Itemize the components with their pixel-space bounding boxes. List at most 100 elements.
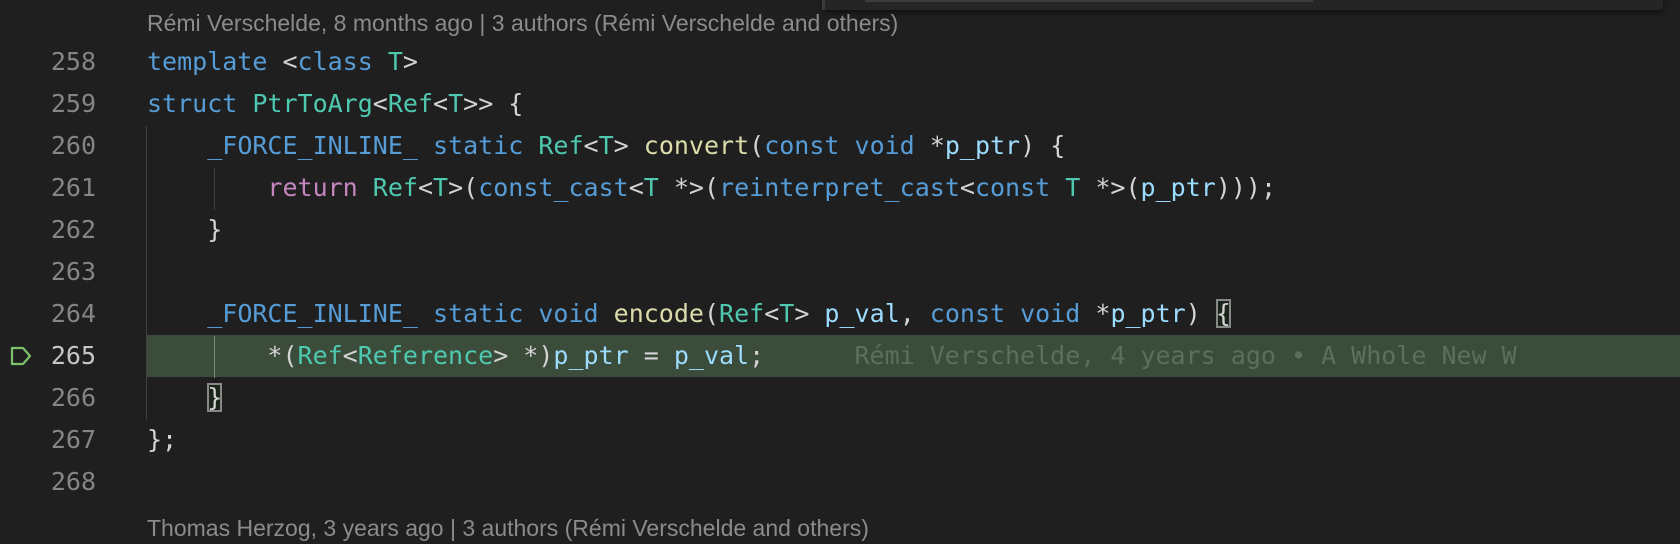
codelens-blame-bottom[interactable]: Thomas Herzog, 3 years ago | 3 authors (… xyxy=(147,513,869,543)
code-token: const xyxy=(929,299,1006,328)
code-text: template <class T> xyxy=(147,41,418,83)
code-text: } xyxy=(147,377,223,419)
matching-bracket: { xyxy=(1215,299,1231,328)
code-line[interactable]: 259 struct PtrToArg<Ref<T>> { xyxy=(0,83,1680,125)
code-line[interactable]: 265 *(Ref<Reference> *)p_ptr = p_val; Ré… xyxy=(0,335,1680,377)
code-text: *(Ref<Reference> *)p_ptr = p_val; Rémi V… xyxy=(147,335,1516,377)
code-token: const xyxy=(974,173,1051,202)
line-number[interactable]: 262 xyxy=(0,209,96,251)
code-line[interactable]: 268 xyxy=(0,461,1680,503)
code-token: T xyxy=(387,47,403,76)
code-token: < xyxy=(583,131,599,160)
code-token: p_ptr xyxy=(553,341,629,370)
line-number[interactable]: 265 xyxy=(0,335,96,377)
code-token: static xyxy=(433,131,524,160)
code-token: < xyxy=(267,47,298,76)
code-token: T xyxy=(1065,173,1081,202)
code-token: struct xyxy=(147,89,238,118)
code-token: < xyxy=(959,173,975,202)
code-token: Ref xyxy=(387,89,434,118)
code-token: T xyxy=(598,131,614,160)
code-token: > xyxy=(794,299,825,328)
code-line[interactable]: 266 } xyxy=(0,377,1680,419)
code-token: Ref xyxy=(719,299,765,328)
code-token: < xyxy=(372,89,388,118)
code-token: Ref xyxy=(372,173,418,202)
line-number[interactable]: 261 xyxy=(0,167,96,209)
code-token: ( xyxy=(703,299,720,328)
code-token: const xyxy=(764,131,840,160)
overlay-input-bar[interactable] xyxy=(865,0,1313,2)
code-text: _FORCE_INLINE_ static void encode(Ref<T>… xyxy=(147,293,1231,335)
code-token: p_ptr xyxy=(1140,173,1216,202)
code-line[interactable]: 263 xyxy=(0,251,1680,293)
code-token: ; xyxy=(749,341,765,370)
code-token: return xyxy=(267,173,358,202)
line-number[interactable]: 259 xyxy=(0,83,96,125)
code-token: T xyxy=(779,299,795,328)
code-token: *>( xyxy=(658,173,720,202)
code-token: < xyxy=(417,173,434,202)
code-token: ( xyxy=(749,131,765,160)
code-token: < xyxy=(628,173,644,202)
code-line[interactable]: 264 _FORCE_INLINE_ static void encode(Re… xyxy=(0,293,1680,335)
code-token: Ref xyxy=(297,341,343,370)
line-number[interactable]: 268 xyxy=(0,461,96,503)
code-text: _FORCE_INLINE_ static Ref<T> convert(con… xyxy=(147,125,1065,167)
code-text: struct PtrToArg<Ref<T>> { xyxy=(147,83,523,125)
code-token: p_ptr xyxy=(1110,299,1186,328)
code-text: }; xyxy=(147,419,177,461)
line-number[interactable]: 260 xyxy=(0,125,96,167)
code-token: p_ptr xyxy=(944,131,1021,160)
line-number[interactable]: 267 xyxy=(0,419,96,461)
code-token: = xyxy=(628,341,674,370)
code-token: >( xyxy=(448,173,479,202)
code-token: reinterpret_cast xyxy=(719,173,960,202)
line-number[interactable]: 263 xyxy=(0,251,96,293)
code-token: * xyxy=(914,131,945,160)
line-number[interactable]: 266 xyxy=(0,377,96,419)
code-token: PtrToArg xyxy=(252,89,373,118)
code-token: , xyxy=(899,299,930,328)
code-token: ))); xyxy=(1215,173,1277,202)
code-token: convert xyxy=(643,131,750,160)
matching-bracket: } xyxy=(207,383,223,412)
code-token: < xyxy=(764,299,780,328)
code-token: class xyxy=(297,47,373,76)
codelens-blame-top[interactable]: Rémi Verschelde, 8 months ago | 3 author… xyxy=(147,8,898,38)
code-token: ) xyxy=(1185,299,1216,328)
code-token: const_cast xyxy=(478,173,629,202)
code-token: static xyxy=(433,299,524,328)
code-line[interactable]: 267}; xyxy=(0,419,1680,461)
code-line[interactable]: 260 _FORCE_INLINE_ static Ref<T> convert… xyxy=(0,125,1680,167)
code-token: < xyxy=(342,341,358,370)
code-token: T xyxy=(448,89,464,118)
code-token: Reference xyxy=(357,341,494,370)
line-number[interactable]: 264 xyxy=(0,293,96,335)
code-text: } xyxy=(147,209,222,251)
code-token: template xyxy=(147,47,268,76)
indent-guide xyxy=(214,168,215,210)
inline-blame-annotation[interactable]: Rémi Verschelde, 4 years ago • A Whole N… xyxy=(764,341,1516,370)
code-token: } xyxy=(147,215,223,244)
code-line[interactable]: 258 template <class T> xyxy=(0,41,1680,83)
code-line[interactable]: 261 return Ref<T>(const_cast<T *>(reinte… xyxy=(0,167,1680,209)
code-token: encode xyxy=(613,299,704,328)
code-token: * xyxy=(1080,299,1111,328)
code-line[interactable]: 262 } xyxy=(0,209,1680,251)
code-token: p_val xyxy=(673,341,750,370)
line-number[interactable]: 258 xyxy=(0,41,96,83)
code-token: _FORCE_INLINE_ xyxy=(207,131,418,160)
